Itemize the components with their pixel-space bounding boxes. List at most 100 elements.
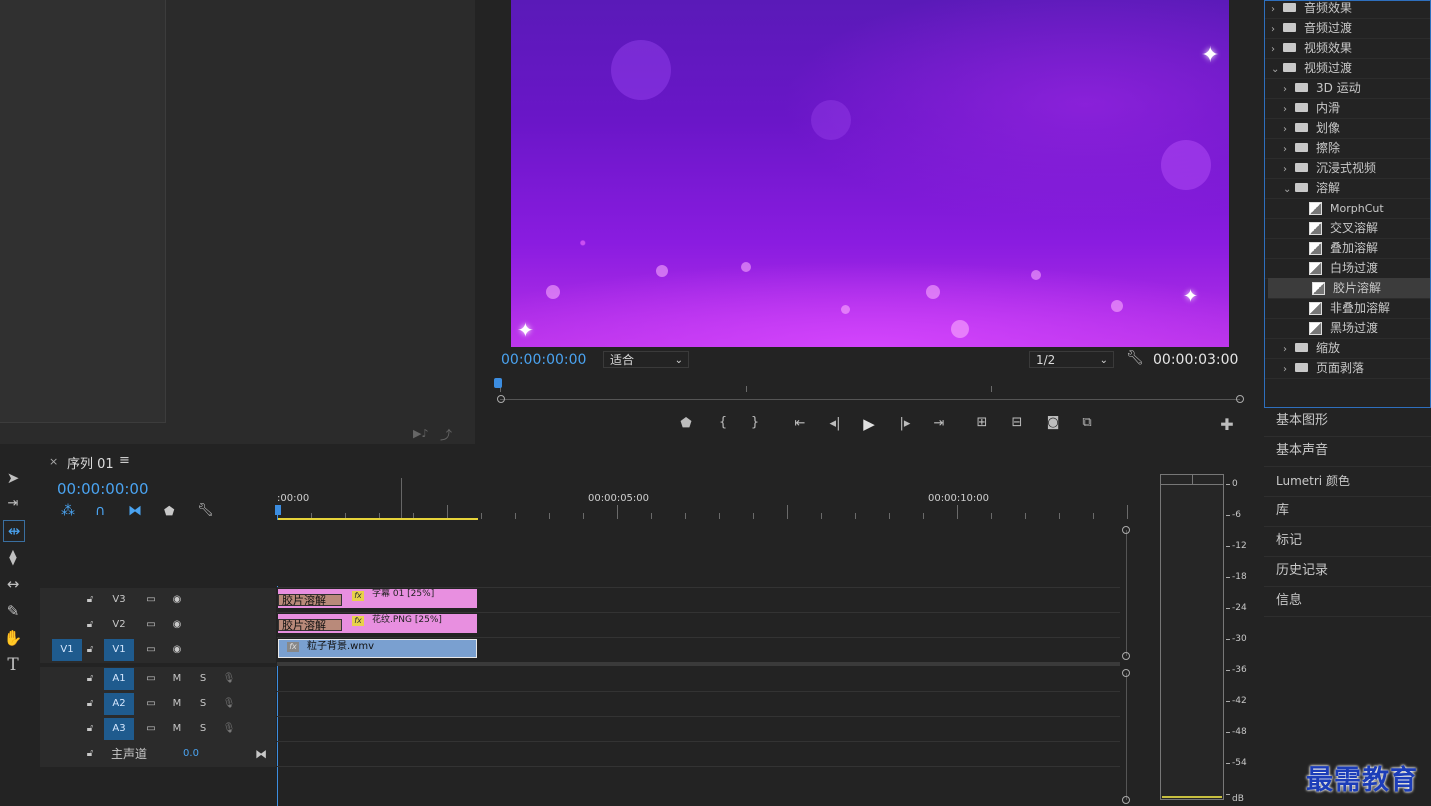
effects-tree-item[interactable]: 交叉溶解 (1265, 218, 1430, 239)
lock-icon[interactable]: 🔓︎ (80, 668, 100, 690)
chevron-down-icon[interactable]: ⌄ (1271, 60, 1283, 80)
effects-tree-item[interactable]: › 音频过渡 (1265, 18, 1430, 39)
video-scroll-handle-top[interactable] (1122, 526, 1130, 534)
effects-tree-item[interactable]: › 沉浸式视频 (1265, 158, 1430, 180)
step-forward-icon[interactable]: |▸ (896, 416, 914, 431)
go-to-end-icon[interactable]: ⧓ (246, 743, 276, 765)
effects-tree-item[interactable]: 白场过渡 (1265, 258, 1430, 279)
eye-icon[interactable]: ◉ (162, 639, 192, 661)
lock-icon[interactable]: 🔓︎ (80, 718, 100, 740)
panel-libraries[interactable]: 库 (1276, 496, 1289, 526)
panel-info[interactable]: 信息 (1276, 586, 1302, 616)
timeline-playhead-marker[interactable] (275, 505, 281, 515)
nest-icon[interactable]: ⁂ (61, 503, 75, 519)
zoom-handle-left[interactable] (497, 395, 505, 403)
chevron-right-icon[interactable]: › (1283, 160, 1295, 180)
clip-v1[interactable]: 粒子背景.wmv (278, 639, 477, 658)
track-name-v3[interactable]: V3 (104, 589, 134, 611)
effects-tree-item[interactable]: 黑场过渡 (1265, 318, 1430, 339)
chevron-right-icon[interactable]: › (1283, 140, 1295, 160)
slip-tool-icon[interactable]: ↔ (3, 574, 23, 594)
snap-magnet-icon[interactable]: ∩ (95, 503, 105, 519)
ripple-edit-tool-icon[interactable]: ⇹ (3, 520, 25, 542)
camera-icon[interactable]: ◙ (1044, 415, 1062, 430)
go-to-out-icon[interactable]: ⇥ (930, 416, 948, 431)
source-patch-v1[interactable]: V1 (52, 639, 82, 661)
effects-tree-item[interactable]: › 缩放 (1265, 338, 1430, 360)
chevron-down-icon[interactable]: ⌄ (1283, 180, 1295, 200)
effects-tree-item[interactable]: 胶片溶解 (1268, 278, 1430, 299)
export-frame-icon[interactable]: ⤴ (440, 426, 452, 443)
program-time-ruler[interactable] (500, 380, 1240, 392)
effects-tree-item[interactable]: ⌄ 溶解 (1265, 178, 1430, 200)
effects-tree-item[interactable]: › 3D 运动 (1265, 78, 1430, 100)
lock-icon[interactable]: 🔓︎ (80, 639, 100, 661)
microphone-icon[interactable]: 🎙︎ (214, 668, 244, 690)
track-name-a1[interactable]: A1 (104, 668, 134, 690)
lift-icon[interactable]: ⊞ (973, 415, 991, 430)
chevron-right-icon[interactable]: › (1271, 40, 1283, 60)
video-scroll-handle-bottom[interactable] (1122, 652, 1130, 660)
panel-lumetri-color[interactable]: Lumetri 颜色 (1276, 466, 1350, 496)
track-name-a2[interactable]: A2 (104, 693, 134, 715)
effects-tree-item[interactable]: 叠加溶解 (1265, 238, 1430, 259)
effects-tree-item[interactable]: › 视频效果 (1265, 38, 1430, 60)
wrench-icon[interactable]: 🔧︎ (1126, 350, 1144, 366)
effects-tree-item[interactable]: › 页面剥落 (1265, 358, 1430, 380)
panel-essential-sound[interactable]: 基本声音 (1276, 436, 1328, 466)
video-audio-divider[interactable] (277, 662, 1120, 666)
effects-tree-item[interactable]: 非叠加溶解 (1265, 298, 1430, 319)
wrench-icon[interactable]: 🔧︎ (197, 503, 214, 518)
chevron-right-icon[interactable]: › (1283, 360, 1295, 380)
comparison-view-icon[interactable]: ⧉ (1078, 415, 1096, 430)
track-name-v2[interactable]: V2 (104, 614, 134, 636)
playhead-marker[interactable] (494, 378, 502, 388)
add-marker-icon[interactable]: ⬟ (677, 416, 695, 431)
microphone-icon[interactable]: 🎙︎ (214, 718, 244, 740)
track-name-v1[interactable]: V1 (104, 639, 134, 661)
chevron-right-icon[interactable]: › (1283, 120, 1295, 140)
eye-icon[interactable]: ◉ (162, 589, 192, 611)
audio-scroll-handle-bottom[interactable] (1122, 796, 1130, 804)
chevron-right-icon[interactable]: › (1283, 340, 1295, 360)
lock-icon[interactable]: 🔓︎ (80, 743, 100, 765)
pen-tool-icon[interactable]: ✎ (3, 601, 23, 621)
chevron-right-icon[interactable]: › (1271, 1, 1283, 20)
add-marker-icon[interactable]: ⬟ (164, 504, 174, 518)
effects-tree-item[interactable]: › 内滑 (1265, 98, 1430, 120)
hand-tool-icon[interactable]: ✋ (3, 628, 23, 648)
effects-tree-item[interactable]: › 音频效果 (1265, 1, 1430, 20)
video-scroll-track[interactable] (1126, 530, 1127, 656)
panel-history[interactable]: 历史记录 (1276, 556, 1328, 586)
track-name-a3[interactable]: A3 (104, 718, 134, 740)
zoom-handle-right[interactable] (1236, 395, 1244, 403)
fit-dropdown[interactable]: 适合 ⌄ (603, 351, 689, 368)
type-tool-icon[interactable]: T (3, 655, 23, 675)
lock-icon[interactable]: 🔓︎ (80, 589, 100, 611)
resolution-dropdown[interactable]: 1/2 ⌄ (1029, 351, 1114, 368)
sequence-tab[interactable]: 序列 01 (67, 453, 114, 472)
transition-v3[interactable]: 胶片溶解 (278, 594, 342, 607)
mark-out-icon[interactable]: } (746, 415, 764, 430)
close-icon[interactable]: × (49, 455, 58, 468)
zoom-scrollbar-track[interactable] (500, 399, 1240, 400)
selection-tool-icon[interactable]: ➤ (3, 468, 23, 488)
extract-icon[interactable]: ⊟ (1008, 415, 1026, 430)
effects-tree-item[interactable]: › 划像 (1265, 118, 1430, 140)
chevron-right-icon[interactable]: › (1283, 100, 1295, 120)
linked-selection-icon[interactable]: ⧓ (128, 503, 142, 519)
effects-tree-item[interactable]: ⌄ 视频过渡 (1265, 58, 1430, 80)
lock-icon[interactable]: 🔓︎ (80, 614, 100, 636)
timeline-ruler[interactable] (277, 505, 1128, 519)
go-to-in-icon[interactable]: ⇤ (791, 416, 809, 431)
timeline-timecode[interactable]: 00:00:00:00 (57, 480, 149, 498)
panel-markers[interactable]: 标记 (1276, 526, 1302, 556)
lock-icon[interactable]: 🔓︎ (80, 693, 100, 715)
chevron-right-icon[interactable]: › (1283, 80, 1295, 100)
program-timecode[interactable]: 00:00:00:00 (501, 352, 586, 368)
master-volume-value[interactable]: 0.0 (176, 743, 206, 765)
razor-tool-icon[interactable]: ⧫ (3, 547, 23, 567)
track-select-tool-icon[interactable]: ⇥ (3, 494, 23, 514)
audio-scroll-track[interactable] (1126, 673, 1127, 800)
effects-tree-item[interactable]: › 擦除 (1265, 138, 1430, 160)
